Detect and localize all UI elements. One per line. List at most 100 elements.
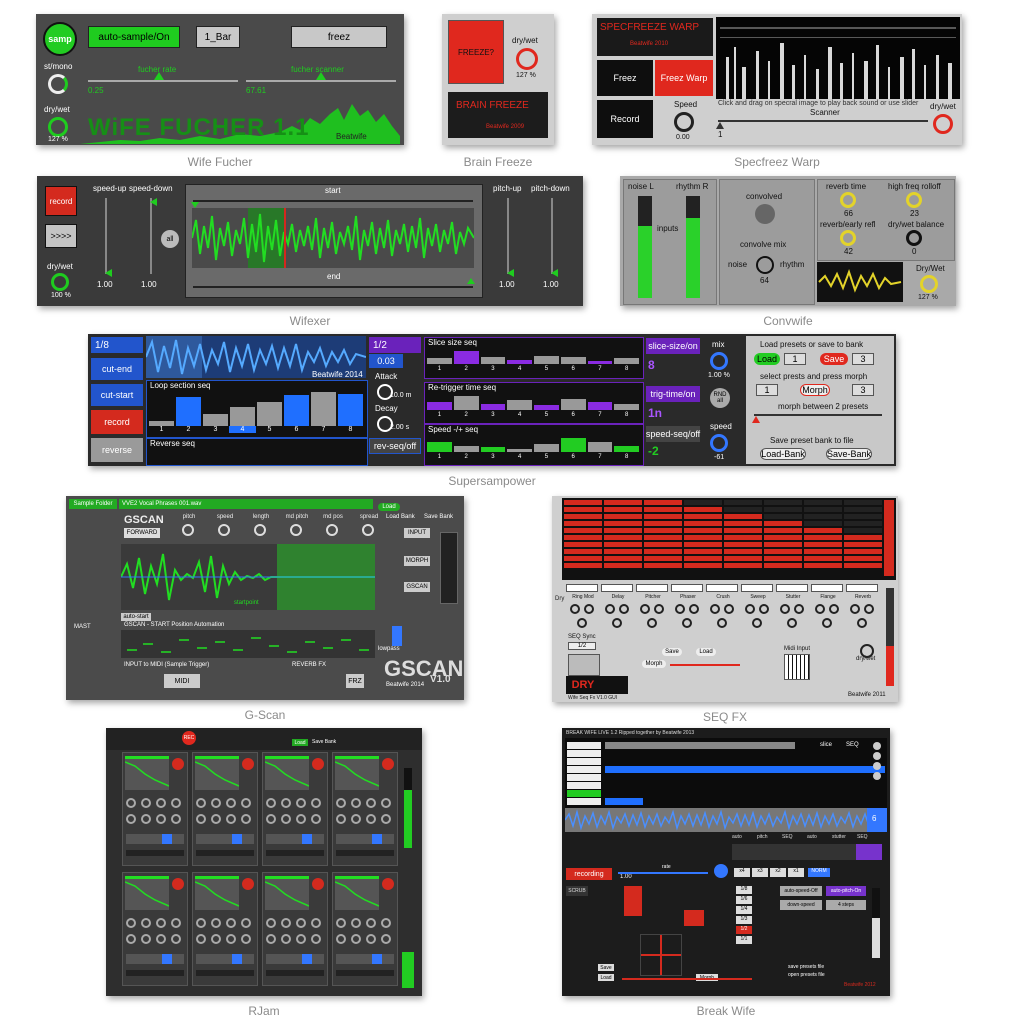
gscan-cutoff-fader[interactable] — [392, 626, 402, 646]
supersampower-record-button[interactable]: record — [91, 410, 143, 434]
rjam-knob[interactable] — [171, 814, 181, 824]
seqfx-step-cell[interactable] — [724, 556, 762, 561]
loop-step-bar[interactable] — [338, 393, 363, 426]
pitch-up-slider[interactable] — [507, 198, 509, 274]
seqfx-step-cell[interactable] — [644, 507, 682, 512]
rjam-knob[interactable] — [381, 934, 391, 944]
rjam-knob[interactable] — [211, 918, 221, 928]
gscan-save-bank[interactable]: Save Bank — [424, 514, 453, 520]
rjam-channel-wave[interactable] — [335, 876, 379, 910]
rjam-knob[interactable] — [266, 798, 276, 808]
seqfx-step-cell[interactable] — [764, 507, 802, 512]
speed-up-handle[interactable] — [105, 269, 112, 277]
breakwife-recording-button[interactable]: recording — [566, 868, 612, 880]
slice-bars-step[interactable] — [560, 357, 586, 364]
seqfx-step-cell[interactable] — [764, 514, 802, 519]
rjam-rec-icon[interactable] — [172, 758, 184, 770]
high-freq-knob[interactable] — [906, 192, 922, 208]
wifexer-dry-wet-knob[interactable] — [51, 273, 69, 291]
rjam-fader[interactable] — [126, 970, 184, 976]
seqfx-step-cell[interactable] — [604, 507, 642, 512]
seqfx-fx-knob[interactable] — [570, 604, 580, 614]
seqfx-morph-slider[interactable] — [670, 664, 740, 666]
seqfx-fx-knob[interactable] — [647, 618, 657, 628]
speed-down-slider[interactable] — [150, 198, 152, 274]
seqfx-xy-pad[interactable] — [568, 654, 600, 676]
speed-bars-step[interactable] — [614, 445, 639, 452]
rjam-knob[interactable] — [141, 798, 151, 808]
bw-slice-select[interactable] — [567, 790, 601, 797]
rjam-knob[interactable] — [351, 918, 361, 928]
seqfx-step-cell[interactable] — [724, 563, 762, 568]
breakwife-down-speed-button[interactable]: down-speed — [780, 900, 822, 910]
rjam-fader[interactable] — [336, 970, 394, 976]
rjam-knob[interactable] — [141, 934, 151, 944]
rjam-rec-icon[interactable] — [242, 878, 254, 890]
breakwife-xy[interactable] — [640, 934, 682, 976]
seqfx-step-cell[interactable] — [764, 500, 802, 505]
seqfx-step-cell[interactable] — [724, 549, 762, 554]
bw-div-button[interactable]: 1/8 — [736, 886, 752, 894]
rjam-knob[interactable] — [266, 918, 276, 928]
rjam-rec-icon[interactable] — [242, 758, 254, 770]
bw-div-button[interactable]: 1/2 — [736, 926, 752, 934]
rjam-knob[interactable] — [126, 934, 136, 944]
fucher-rate-handle[interactable] — [154, 72, 164, 80]
seqfx-step-cell[interactable] — [844, 549, 882, 554]
seqfx-step-cell[interactable] — [804, 535, 842, 540]
trig-time-button[interactable]: trig-time/on — [646, 386, 700, 402]
rjam-knob[interactable] — [156, 934, 166, 944]
seqfx-step-cell[interactable] — [644, 528, 682, 533]
seqfx-fx-knob[interactable] — [822, 618, 832, 628]
rjam-knob[interactable] — [336, 934, 346, 944]
bw-active-row[interactable] — [605, 766, 885, 773]
seqfx-step-cell[interactable] — [604, 521, 642, 526]
specfreez-warp-button[interactable]: Freez Warp — [655, 60, 713, 96]
breakwife-slice-grid[interactable] — [565, 738, 887, 808]
start-slider[interactable] — [193, 200, 473, 202]
seqfx-step-cell[interactable] — [844, 528, 882, 533]
bw-row-toggle[interactable] — [873, 762, 881, 770]
rnd-all-button[interactable]: RND all — [710, 388, 730, 408]
seqfx-step-cell[interactable] — [684, 507, 722, 512]
seqfx-step-cell[interactable] — [844, 514, 882, 519]
seqfx-step-cell[interactable] — [804, 500, 842, 505]
seqfx-fx-knob[interactable] — [794, 604, 804, 614]
retrig-bars-step[interactable] — [507, 400, 532, 410]
bw-row-toggle[interactable] — [873, 742, 881, 750]
seqfx-step-cell[interactable] — [644, 521, 682, 526]
morph-b-number[interactable]: 3 — [852, 384, 874, 396]
rjam-knob[interactable] — [296, 918, 306, 928]
rjam-knob[interactable] — [351, 814, 361, 824]
rjam-knob[interactable] — [211, 798, 221, 808]
seqfx-step-cell[interactable] — [804, 528, 842, 533]
seqfx-step-cell[interactable] — [684, 514, 722, 519]
bw-norm-button[interactable]: NORM — [808, 868, 830, 877]
auto-start-button[interactable]: auto-start — [121, 613, 151, 621]
seqfx-step-cell[interactable] — [804, 521, 842, 526]
seqfx-step-cell[interactable] — [764, 556, 802, 561]
breakwife-mode-strip[interactable] — [732, 844, 882, 860]
seqfx-step-cell[interactable] — [644, 563, 682, 568]
seqfx-step-cell[interactable] — [844, 500, 882, 505]
brain-dry-wet-knob[interactable] — [516, 48, 538, 70]
seqfx-step-cell[interactable] — [844, 535, 882, 540]
rjam-rec-button[interactable]: REC — [182, 731, 196, 745]
seqfx-fx-slot[interactable] — [601, 584, 633, 592]
speed-bars-step[interactable] — [507, 448, 532, 452]
fucher-scanner-slider[interactable] — [246, 80, 396, 82]
seqfx-step-cell[interactable] — [844, 563, 882, 568]
rjam-knob[interactable] — [351, 798, 361, 808]
auto-sample-button[interactable]: auto-sample/On — [88, 26, 180, 48]
speed-bars-step[interactable] — [480, 447, 506, 452]
seqfx-step-cell[interactable] — [804, 563, 842, 568]
rjam-knob[interactable] — [211, 934, 221, 944]
cut-start-button[interactable]: cut-start — [91, 384, 143, 406]
st-mono-knob[interactable] — [48, 74, 68, 94]
specfreez-speed-knob[interactable] — [674, 112, 694, 132]
seqfx-step-cell[interactable] — [844, 556, 882, 561]
pitch-down-slider[interactable] — [551, 198, 553, 274]
bw-slice-select[interactable] — [567, 774, 601, 781]
slice-bars-step[interactable] — [480, 357, 506, 364]
rjam-pad-accent[interactable] — [162, 954, 172, 964]
